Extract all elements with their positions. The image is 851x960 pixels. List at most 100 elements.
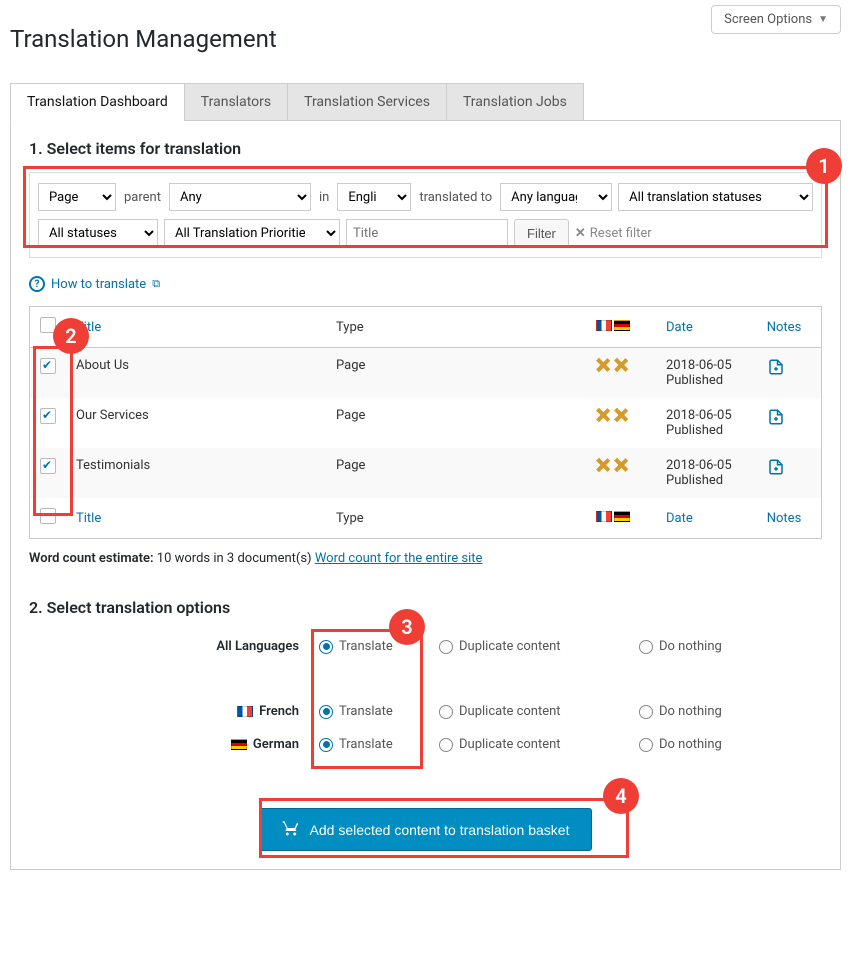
word-count-text: 10 words in 3 document(s) [157,551,312,566]
flag-de-icon [614,320,630,331]
opt-label: Translate [339,639,393,654]
note-icon[interactable] [767,358,785,376]
all-duplicate-radio[interactable] [439,640,453,654]
word-count-label: Word count estimate: [29,551,154,566]
flag-fr-icon [596,511,612,522]
flag-header [596,320,630,331]
note-icon[interactable] [767,458,785,476]
de-duplicate-radio[interactable] [439,738,453,752]
col-title-foot[interactable]: Title [76,511,101,526]
how-to-label: How to translate [51,277,146,292]
col-type: Type [326,307,586,348]
all-nothing-radio[interactable] [639,640,653,654]
add-button-label: Add selected content to translation bask… [310,822,570,838]
flag-fr-icon [237,706,253,717]
filter-to-lang-select[interactable]: Any language [500,183,612,211]
tab-translators[interactable]: Translators [184,83,288,121]
section-1-title: 1. Select items for translation [29,139,822,158]
table-row: Our ServicesPage2018-06-05Published [30,398,822,448]
filter-translation-status-select[interactable]: All translation statuses [618,183,813,211]
row-checkbox[interactable] [40,458,56,474]
reset-filter-link[interactable]: ✕ Reset filter [575,226,652,241]
filter-button[interactable]: Filter [514,219,569,247]
select-all-bottom-checkbox[interactable] [40,508,56,524]
tab-dashboard[interactable]: Translation Dashboard [10,83,185,121]
fr-duplicate-radio[interactable] [439,705,453,719]
row-title: Our Services [66,398,326,448]
fr-translate-radio[interactable] [319,705,333,719]
tab-jobs[interactable]: Translation Jobs [446,83,584,121]
callout-4: 4 [603,778,639,814]
opt-label: Translate [339,704,393,719]
row-date: 2018-06-05Published [656,448,757,498]
col-notes: Notes [757,307,822,348]
callout-2: 2 [53,318,89,354]
de-translate-radio[interactable] [319,738,333,752]
reset-filter-label: Reset filter [590,226,652,241]
tab-bar: Translation Dashboard Translators Transl… [10,83,841,121]
filter-type-select[interactable]: Page [38,183,116,211]
translated-to-label: translated to [417,190,494,205]
opt-label: Duplicate content [459,639,561,654]
filter-post-status-select[interactable]: All statuses [38,219,158,247]
de-nothing-radio[interactable] [639,738,653,752]
row-type: Page [326,398,586,448]
help-icon: ? [29,276,45,292]
flag-de-icon [614,511,630,522]
note-icon[interactable] [767,408,785,426]
row-checkbox[interactable] [40,408,56,424]
col-date[interactable]: Date [666,320,693,335]
opt-label: Duplicate content [459,737,561,752]
table-row: About UsPage 2018-06-05Published [30,348,822,399]
col-notes-foot: Notes [757,498,822,539]
status-missing-icon [614,458,628,472]
status-missing-icon [596,408,610,422]
flag-footer [596,511,630,522]
all-translate-radio[interactable] [319,640,333,654]
screen-options-button[interactable]: Screen Options ▼ [711,5,841,34]
section-2-title: 2. Select translation options [29,598,822,617]
word-count-line: Word count estimate: 10 words in 3 docum… [29,551,822,566]
flag-de-icon [231,739,247,750]
table-row: TestimonialsPage 2018-06-05Published [30,448,822,498]
add-to-basket-button[interactable]: Add selected content to translation bask… [259,808,593,851]
callout-3: 3 [389,609,425,645]
opt-label: Duplicate content [459,704,561,719]
row-title: About Us [66,348,326,399]
filter-parent-select[interactable]: Any [169,183,311,211]
screen-options-label: Screen Options [724,12,812,27]
word-count-site-link[interactable]: Word count for the entire site [315,551,483,566]
in-label: in [317,190,331,205]
filter-priority-select[interactable]: All Translation Priorities [164,219,340,247]
translation-options: All Languages Translate Duplicate conten… [29,639,822,752]
flag-fr-icon [596,320,612,331]
german-label: German [253,737,299,752]
row-date: 2018-06-05Published [656,348,757,399]
col-type-foot: Type [326,498,586,539]
status-missing-icon [596,458,610,472]
status-missing-icon [614,358,628,372]
row-checkbox[interactable] [40,358,56,374]
opt-label: Do nothing [659,639,722,654]
row-title: Testimonials [66,448,326,498]
col-date-foot[interactable]: Date [666,511,693,526]
filter-title-input[interactable] [346,219,508,247]
parent-label: parent [122,190,163,205]
caret-down-icon: ▼ [818,14,828,25]
fr-nothing-radio[interactable] [639,705,653,719]
row-type: Page [326,448,586,498]
external-link-icon: ⧉ [152,277,160,291]
status-missing-icon [596,358,610,372]
filter-from-lang-select[interactable]: English [337,183,411,211]
close-icon: ✕ [575,226,586,241]
items-table: Title Type Date Notes About UsPage 2018-0… [29,306,822,539]
dashboard-panel: 1. Select items for translation 1 Page p… [10,121,841,870]
opt-label: Do nothing [659,737,722,752]
row-type: Page [326,348,586,399]
all-languages-label: All Languages [29,639,319,654]
how-to-translate-link[interactable]: ? How to translate ⧉ [29,276,822,292]
tab-services[interactable]: Translation Services [287,83,447,121]
french-label: French [259,704,299,719]
filter-box: Page parent Any in English translated to… [29,172,822,258]
callout-1: 1 [806,148,842,184]
